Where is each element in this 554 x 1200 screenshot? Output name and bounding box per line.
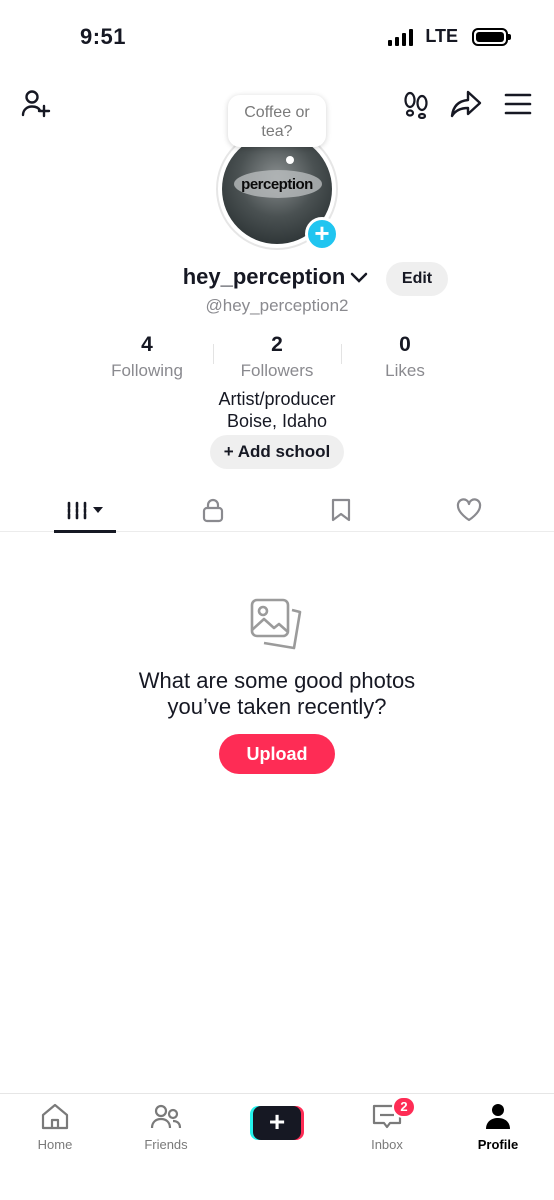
bookmark-icon xyxy=(331,498,351,522)
plus-icon: + xyxy=(253,1106,301,1140)
username: hey_perception xyxy=(182,264,346,289)
nav-label: Home xyxy=(37,1137,73,1152)
battery-icon xyxy=(472,27,511,46)
tab-private[interactable] xyxy=(182,488,244,532)
bottom-nav: Home Friends + Inbox 2 Profile xyxy=(0,1093,554,1200)
grid-icon xyxy=(67,501,103,520)
add-avatar-button[interactable]: + xyxy=(305,217,339,251)
bio-line-1: Artist/producer xyxy=(218,389,336,409)
note-bubble-text: Coffee or tea? xyxy=(244,104,310,140)
edit-profile-button[interactable]: Edit xyxy=(386,262,448,296)
stat-label: Likes xyxy=(385,361,425,380)
note-bubble[interactable]: Coffee or tea? xyxy=(228,95,326,147)
stat-label: Followers xyxy=(240,361,314,380)
empty-state-title: What are some good photos you’ve taken r… xyxy=(0,668,554,720)
heart-icon xyxy=(456,498,482,522)
photos-icon xyxy=(248,596,306,654)
username-row[interactable]: hey_perception xyxy=(0,264,370,290)
nav-profile[interactable]: Profile xyxy=(458,1102,538,1152)
bio-line-2: Boise, Idaho xyxy=(226,411,328,431)
nav-friends[interactable]: Friends xyxy=(126,1102,206,1152)
nav-home[interactable]: Home xyxy=(15,1102,95,1152)
avatar-logo-text: perception xyxy=(241,176,313,193)
active-tab-indicator xyxy=(54,530,116,533)
nav-label: Inbox xyxy=(371,1137,403,1152)
tab-favorites[interactable] xyxy=(310,488,372,532)
menu-icon[interactable] xyxy=(500,86,536,122)
profile-icon xyxy=(486,1104,510,1129)
add-friend-icon[interactable] xyxy=(18,86,54,122)
nav-label: Profile xyxy=(477,1137,519,1152)
stat-followers[interactable]: 2 Followers xyxy=(222,333,332,381)
add-school-button[interactable]: + Add school xyxy=(210,435,344,469)
empty-title-line-1: What are some good photos xyxy=(138,668,416,693)
stat-label: Following xyxy=(111,361,183,380)
tab-videos[interactable] xyxy=(54,488,116,533)
upload-button[interactable]: Upload xyxy=(219,734,335,774)
footprints-icon[interactable] xyxy=(398,86,434,122)
stat-following[interactable]: 4 Following xyxy=(92,333,202,381)
stat-value: 2 xyxy=(271,333,283,356)
bubble-tail xyxy=(286,156,294,164)
tab-liked[interactable] xyxy=(438,488,500,532)
home-icon xyxy=(41,1103,69,1130)
stat-value: 0 xyxy=(399,333,411,356)
stat-likes[interactable]: 0 Likes xyxy=(350,333,460,381)
empty-title-line-2: you’ve taken recently? xyxy=(167,694,387,719)
friends-icon xyxy=(150,1104,182,1129)
lock-icon xyxy=(202,498,224,523)
inbox-badge: 2 xyxy=(392,1096,416,1118)
status-time: 9:51 xyxy=(80,24,127,49)
stat-divider xyxy=(213,344,214,364)
user-handle: @hey_perception2 xyxy=(205,296,349,315)
chevron-down-icon xyxy=(351,272,368,283)
content-tabs xyxy=(0,488,554,533)
signal-icon xyxy=(388,28,414,46)
network-label: LTE xyxy=(425,26,458,46)
share-icon[interactable] xyxy=(448,86,484,122)
nav-label: Friends xyxy=(144,1137,188,1152)
stat-value: 4 xyxy=(141,333,153,356)
create-button[interactable]: + xyxy=(250,1106,304,1140)
status-indicators: LTE xyxy=(388,26,511,47)
stat-divider xyxy=(341,344,342,364)
